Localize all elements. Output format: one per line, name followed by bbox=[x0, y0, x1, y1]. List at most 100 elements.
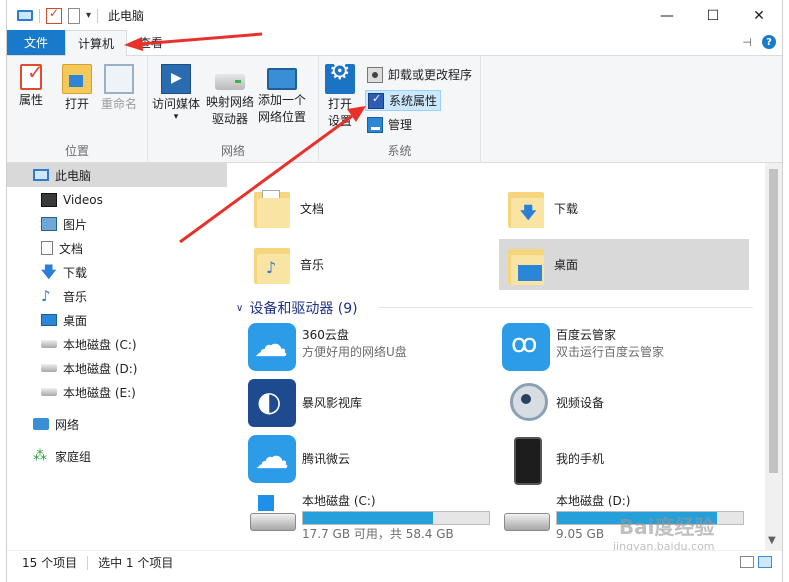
device-desc: 方便好用的网络U盘 bbox=[302, 345, 407, 359]
tab-view[interactable]: 查看 bbox=[127, 30, 175, 55]
folder-documents[interactable]: 文档 bbox=[254, 185, 504, 231]
vertical-scrollbar[interactable]: ▼ bbox=[765, 163, 782, 550]
help-icon[interactable]: ? bbox=[762, 35, 776, 49]
nav-item-network[interactable]: 网络 bbox=[7, 412, 227, 436]
nav-item-label: 文档 bbox=[59, 241, 84, 256]
computer-icon bbox=[33, 169, 49, 181]
downloads-folder-icon: 🡇 bbox=[508, 188, 544, 228]
folder-desktop[interactable]: 桌面 bbox=[499, 239, 749, 290]
drive-icon bbox=[41, 364, 57, 372]
nav-item-drive-e[interactable]: 本地磁盘 (E:) bbox=[7, 380, 227, 404]
toolbar-divider bbox=[97, 8, 99, 23]
nav-item-label: 此电脑 bbox=[55, 168, 92, 183]
homegroup-icon: ⁂ bbox=[33, 448, 47, 464]
group-label-system: 系统 bbox=[387, 144, 412, 158]
map-drive-label-2: 驱动器 bbox=[212, 112, 249, 126]
view-switcher bbox=[740, 556, 772, 568]
manage-button[interactable]: 管理 bbox=[367, 116, 412, 133]
open-settings-button[interactable]: 打开 设置 bbox=[325, 63, 355, 130]
phone-icon bbox=[502, 435, 550, 485]
device-baidu-cloud[interactable]: 百度云管家 双击运行百度云管家 bbox=[502, 323, 752, 371]
nav-item-downloads[interactable]: 🡇 下载 bbox=[7, 260, 227, 284]
maximize-button[interactable]: ☐ bbox=[690, 0, 736, 31]
folder-name: 下载 bbox=[554, 201, 579, 216]
nav-item-videos[interactable]: Videos bbox=[7, 188, 227, 212]
access-media-button[interactable]: 访问媒体 ▾ bbox=[152, 64, 200, 122]
nav-item-desktop[interactable]: 桌面 bbox=[7, 308, 227, 332]
nav-item-this-pc[interactable]: 此电脑 bbox=[7, 163, 227, 187]
new-folder-icon[interactable] bbox=[68, 7, 80, 24]
device-my-phone[interactable]: 我的手机 bbox=[502, 435, 752, 485]
uninstall-programs-button[interactable]: 卸载或更改程序 bbox=[367, 66, 472, 83]
video-icon bbox=[41, 193, 57, 207]
open-icon bbox=[62, 64, 92, 94]
content-pane: 文档 🡇 下载 ♪ 音乐 桌面 ∨ 设备和驱动器 (9) 360云盘 方便好用的… bbox=[228, 163, 765, 550]
group-label-network: 网络 bbox=[220, 144, 245, 158]
status-divider bbox=[87, 555, 89, 570]
device-desc: 双击运行百度云管家 bbox=[556, 345, 665, 359]
manage-label: 管理 bbox=[388, 118, 413, 132]
devices-section-header[interactable]: ∨ 设备和驱动器 (9) bbox=[236, 298, 358, 318]
section-divider bbox=[378, 307, 753, 308]
open-settings-label-2: 设置 bbox=[327, 114, 352, 128]
nav-item-label: Videos bbox=[63, 193, 103, 207]
nav-item-pictures[interactable]: 图片 bbox=[7, 212, 227, 236]
map-network-drive-button[interactable]: 映射网络 驱动器 bbox=[206, 64, 254, 128]
rename-button[interactable]: 重命名 bbox=[101, 64, 137, 113]
network-location-icon bbox=[267, 68, 297, 90]
device-storm-video[interactable]: 暴风影视库 bbox=[248, 379, 498, 427]
window-title: 此电脑 bbox=[108, 9, 145, 23]
scroll-down-icon[interactable]: ▼ bbox=[768, 535, 776, 546]
close-button[interactable]: ✕ bbox=[736, 0, 782, 31]
local-disk-icon bbox=[502, 489, 550, 537]
media-icon bbox=[161, 64, 191, 94]
open-settings-label-1: 打开 bbox=[327, 97, 352, 111]
device-desc: 17.7 GB 可用，共 58.4 GB bbox=[302, 527, 454, 541]
nav-item-homegroup[interactable]: ⁂ 家庭组 bbox=[7, 444, 227, 468]
dropdown-arrow-icon: ▾ bbox=[173, 112, 179, 122]
properties-icon[interactable] bbox=[46, 6, 62, 24]
disk-usage-fill bbox=[303, 512, 434, 524]
baidu-cloud-icon bbox=[502, 323, 550, 371]
scrollbar-thumb[interactable] bbox=[769, 169, 778, 473]
pin-ribbon-icon[interactable]: ⊣ bbox=[742, 36, 752, 49]
details-view-icon[interactable] bbox=[740, 556, 754, 568]
properties-button[interactable]: 属性 bbox=[19, 64, 44, 109]
folder-name: 桌面 bbox=[554, 258, 579, 272]
properties-label: 属性 bbox=[19, 93, 44, 107]
ribbon-group-system: 打开 设置 卸载或更改程序 系统属性 管理 系统 bbox=[319, 56, 481, 163]
ribbon: 属性 打开 重命名 位置 访问媒体 ▾ 映射网络 驱动器 bbox=[7, 56, 782, 163]
rename-label: 重命名 bbox=[101, 97, 138, 111]
device-webcam[interactable]: 视频设备 bbox=[502, 379, 752, 427]
device-360-cloud[interactable]: 360云盘 方便好用的网络U盘 bbox=[248, 323, 498, 371]
music-folder-icon: ♪ bbox=[254, 244, 290, 284]
nav-item-label: 网络 bbox=[55, 417, 80, 432]
tab-file[interactable]: 文件 bbox=[7, 30, 65, 55]
tiles-view-icon[interactable] bbox=[758, 556, 772, 568]
map-drive-label-1: 映射网络 bbox=[206, 95, 255, 109]
nav-item-music[interactable]: ♪ 音乐 bbox=[7, 284, 227, 308]
open-button[interactable]: 打开 bbox=[62, 64, 92, 113]
nav-item-label: 本地磁盘 (D:) bbox=[63, 361, 138, 376]
nav-item-drive-d[interactable]: 本地磁盘 (D:) bbox=[7, 356, 227, 380]
folder-downloads[interactable]: 🡇 下载 bbox=[508, 185, 748, 231]
minimize-button[interactable]: — bbox=[644, 0, 690, 31]
system-properties-button[interactable]: 系统属性 bbox=[365, 90, 442, 111]
webcam-icon bbox=[502, 379, 550, 427]
device-weiyun[interactable]: 腾讯微云 bbox=[248, 435, 498, 483]
nav-item-documents[interactable]: 文档 bbox=[7, 236, 227, 260]
rename-icon bbox=[104, 64, 134, 94]
network-icon bbox=[33, 418, 49, 430]
status-bar: 15 个项目 选中 1 个项目 bbox=[7, 550, 782, 574]
properties-icon bbox=[20, 64, 44, 90]
toolbar-divider bbox=[39, 8, 40, 23]
download-icon: 🡇 bbox=[41, 263, 57, 281]
nav-item-drive-c[interactable]: 本地磁盘 (C:) bbox=[7, 332, 227, 356]
chevron-down-icon: ∨ bbox=[236, 302, 244, 314]
folder-music[interactable]: ♪ 音乐 bbox=[254, 241, 504, 287]
tab-computer[interactable]: 计算机 bbox=[65, 30, 128, 56]
device-name: 360云盘 bbox=[302, 328, 349, 342]
add-network-location-button[interactable]: 添加一个 网络位置 bbox=[258, 64, 306, 126]
device-local-disk-c[interactable]: 本地磁盘 (C:) 17.7 GB 可用，共 58.4 GB bbox=[248, 489, 498, 543]
customize-toolbar-icon[interactable]: ▾ bbox=[86, 10, 91, 21]
